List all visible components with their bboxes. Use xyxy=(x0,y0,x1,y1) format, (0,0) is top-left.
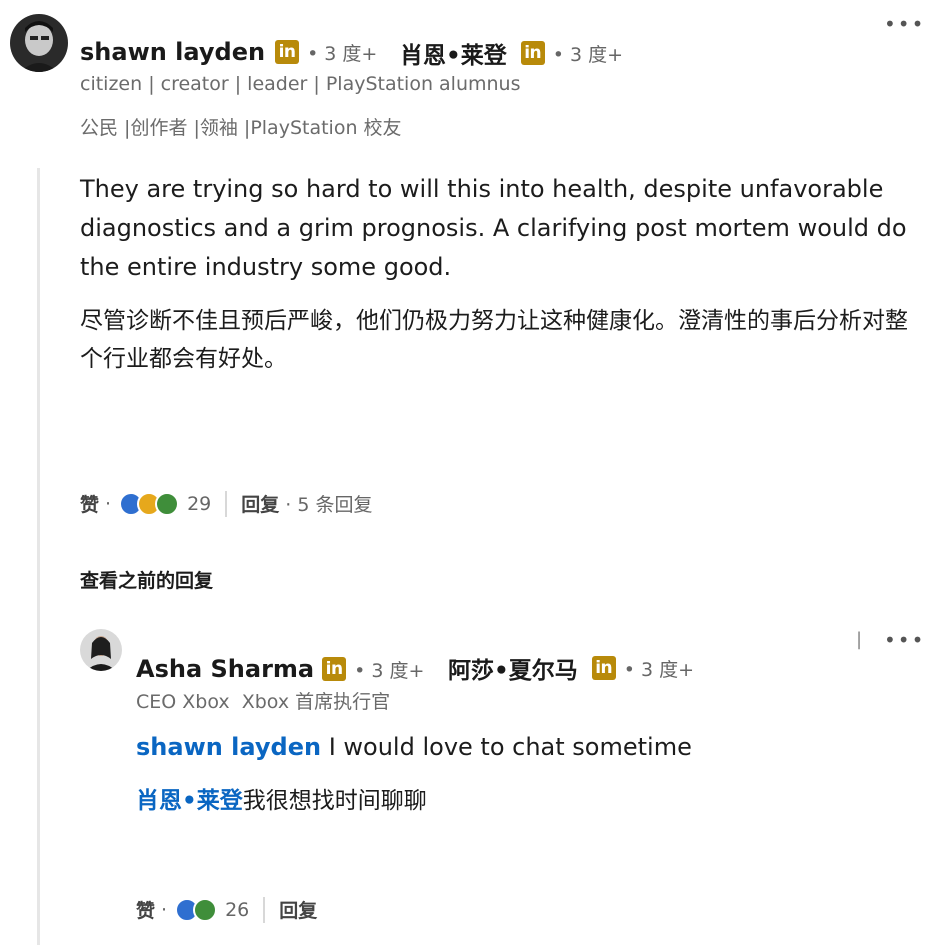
connection-degree: • 3 度+ xyxy=(354,659,425,682)
reactions[interactable] xyxy=(175,897,218,922)
stray-mark: | xyxy=(856,629,863,650)
author-headline: citizen | creator | leader | PlayStation… xyxy=(80,73,521,95)
view-previous-replies-link[interactable]: 查看之前的回复 xyxy=(80,566,213,593)
connection-degree: • 3 度+ xyxy=(552,43,623,66)
linkedin-badge-icon: in xyxy=(322,657,347,681)
mention-link-translation[interactable]: 肖恩•莱登 xyxy=(136,788,243,814)
like-button[interactable]: 赞 xyxy=(80,490,99,517)
connection-degree: • 3 度+ xyxy=(623,658,694,681)
avatar[interactable] xyxy=(10,14,68,72)
separator: · xyxy=(105,492,112,515)
reply-author-name[interactable]: Asha Sharma xyxy=(136,655,314,683)
divider xyxy=(225,490,228,517)
more-options-icon[interactable]: ••• xyxy=(884,12,925,36)
reaction-count[interactable]: 29 xyxy=(187,493,211,515)
reply-button[interactable]: 回复 xyxy=(241,490,279,517)
reactions[interactable] xyxy=(119,491,180,516)
linkedin-badge-icon: in xyxy=(520,41,545,65)
reply-author-name-translation: 阿莎•夏尔马 xyxy=(448,658,578,684)
comment-actions: 赞 · 29 回复 · 5 条回复 xyxy=(80,490,372,517)
author-headline-translation: 公民 |创作者 |领袖 |PlayStation 校友 xyxy=(80,117,402,139)
more-options-icon[interactable]: ••• xyxy=(884,628,925,652)
reaction-count[interactable]: 26 xyxy=(225,899,249,921)
linkedin-badge-icon: in xyxy=(275,40,300,64)
reply-count[interactable]: · 5 条回复 xyxy=(285,490,372,517)
thread-line xyxy=(37,168,40,945)
support-reaction-icon xyxy=(155,491,180,516)
comment-text: They are trying so hard to will this int… xyxy=(80,175,907,281)
linkedin-badge-icon: in xyxy=(591,656,616,680)
divider xyxy=(263,896,266,923)
support-reaction-icon xyxy=(193,897,218,922)
reply-button[interactable]: 回复 xyxy=(279,896,317,923)
comment-text-translation: 尽管诊断不佳且预后严峻，他们仍极力努力让这种健康化。澄清性的事后分析对整个行业都… xyxy=(80,308,908,372)
separator: · xyxy=(161,898,168,921)
connection-degree: • 3 度+ xyxy=(307,42,378,65)
avatar[interactable] xyxy=(80,629,122,671)
author-name-translation: 肖恩•莱登 xyxy=(400,43,507,69)
mention-link[interactable]: shawn layden xyxy=(136,733,321,761)
reply-text-translation: 我很想找时间聊聊 xyxy=(242,788,427,814)
like-button[interactable]: 赞 xyxy=(136,896,155,923)
author-name[interactable]: shawn layden xyxy=(80,38,265,66)
reply-author-headline: CEO Xbox Xbox 首席执行官 xyxy=(136,691,391,713)
reply-actions: 赞 · 26 回复 xyxy=(136,896,317,923)
reply-text: I would love to chat sometime xyxy=(328,733,692,761)
